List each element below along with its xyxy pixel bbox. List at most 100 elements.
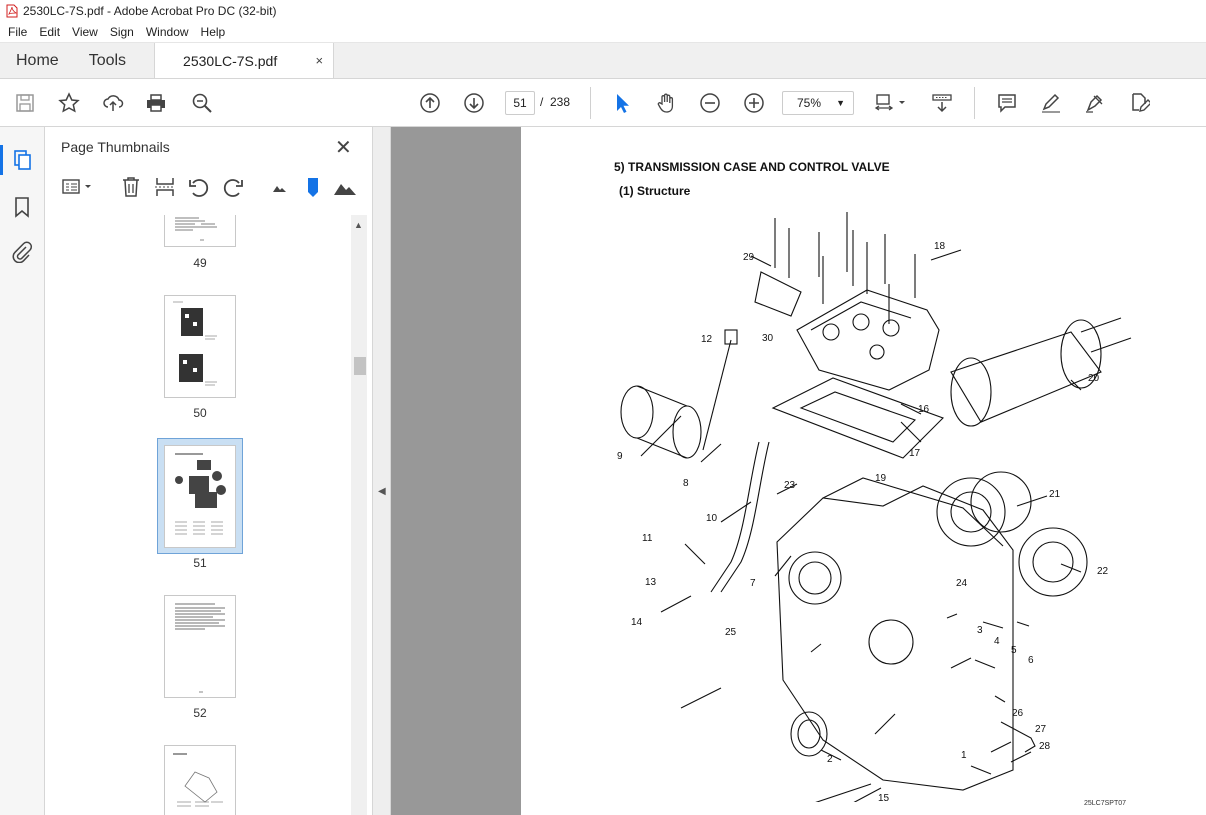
- figure-code: 25LC7SPT07: [1084, 800, 1127, 807]
- toolbar-divider: [974, 87, 975, 119]
- callout-label: 29: [743, 252, 755, 263]
- options-menu-icon[interactable]: [61, 175, 95, 199]
- bookmarks-icon[interactable]: [11, 196, 33, 218]
- thumbnail-page-50[interactable]: [164, 295, 236, 398]
- draw-pen-icon[interactable]: [1083, 91, 1107, 115]
- menu-window[interactable]: Window: [140, 25, 195, 39]
- callout-label: 25: [725, 627, 737, 638]
- thumbnails-list: 49 50 51 52: [45, 215, 351, 815]
- share-upload-icon[interactable]: [101, 91, 125, 115]
- callout-label: 23: [784, 480, 796, 491]
- page-subheading: (1) Structure: [619, 184, 691, 198]
- rotate-right-icon[interactable]: [221, 175, 245, 199]
- print-icon[interactable]: [144, 91, 168, 115]
- callout-label: 14: [631, 617, 643, 628]
- thumbnails-scrollbar[interactable]: ▲: [351, 215, 367, 815]
- callout-label: 4: [994, 636, 1000, 647]
- page-marker-icon[interactable]: [301, 175, 325, 199]
- zoom-level-select[interactable]: 75% ▼: [782, 91, 854, 115]
- fill-sign-icon[interactable]: [1127, 91, 1151, 115]
- thumbnail-page-49[interactable]: [164, 215, 236, 247]
- thumbnail-label: 52: [193, 706, 207, 720]
- menu-sign[interactable]: Sign: [104, 25, 140, 39]
- zoom-level-value: 75%: [797, 96, 822, 110]
- callout-label: 15: [878, 793, 890, 804]
- rail-selection-indicator: [0, 145, 3, 175]
- callout-label: 21: [1049, 489, 1061, 500]
- thumbnail-label: 51: [193, 556, 207, 570]
- callout-label: 19: [875, 473, 887, 484]
- callout-label: 13: [645, 577, 657, 588]
- save-icon[interactable]: [13, 91, 37, 115]
- title-bar: 2530LC-7S.pdf - Adobe Acrobat Pro DC (32…: [0, 0, 1206, 22]
- tab-bar: Home Tools 2530LC-7S.pdf ×: [0, 43, 1206, 79]
- callout-label: 26: [1012, 708, 1024, 719]
- thumbnail-label: 49: [193, 256, 207, 270]
- small-thumbnails-icon[interactable]: [269, 175, 293, 199]
- callout-label: 3: [977, 625, 983, 636]
- menu-bar: File Edit View Sign Window Help: [0, 22, 1206, 43]
- menu-view[interactable]: View: [66, 25, 104, 39]
- acrobat-logo-icon: [6, 4, 18, 18]
- panel-title: Page Thumbnails: [61, 139, 170, 155]
- callout-label: 24: [956, 578, 968, 589]
- scroll-mode-icon[interactable]: [930, 91, 954, 115]
- menu-file[interactable]: File: [2, 25, 33, 39]
- scroll-up-arrow-icon[interactable]: ▲: [354, 220, 363, 230]
- thumbnail-page-52[interactable]: [164, 595, 236, 698]
- tab-close-button[interactable]: ×: [315, 53, 323, 68]
- thumbnail-page-51[interactable]: [164, 445, 236, 548]
- callout-label: 2: [827, 754, 833, 765]
- thumbnail-preview: [173, 301, 217, 386]
- page-separator: /: [540, 95, 544, 109]
- callout-label: 28: [1039, 741, 1051, 752]
- menu-help[interactable]: Help: [195, 25, 232, 39]
- tab-document-label: 2530LC-7S.pdf: [183, 52, 278, 69]
- menu-edit[interactable]: Edit: [33, 25, 66, 39]
- toolbar-divider: [590, 87, 591, 119]
- exploded-parts-diagram: [620, 212, 1132, 802]
- zoom-out-icon[interactable]: [698, 91, 722, 115]
- large-thumbnails-icon[interactable]: [333, 175, 357, 199]
- panel-close-button[interactable]: ✕: [335, 135, 352, 160]
- extract-page-icon[interactable]: [153, 175, 177, 199]
- panel-collapse-strip[interactable]: ◀: [373, 127, 391, 815]
- zoom-in-icon[interactable]: [742, 91, 766, 115]
- page-heading: 5) TRANSMISSION CASE AND CONTROL VALVE: [614, 160, 890, 174]
- thumbnail-label: 50: [193, 406, 207, 420]
- thumbnail-page-53[interactable]: [164, 745, 236, 815]
- callout-label: 7: [750, 578, 756, 589]
- callout-label: 5: [1011, 645, 1017, 656]
- select-cursor-icon[interactable]: [610, 91, 634, 115]
- callout-label: 12: [701, 334, 713, 345]
- zoom-search-icon[interactable]: [190, 91, 214, 115]
- main-toolbar: 51 / 238 75% ▼: [0, 79, 1206, 127]
- attachments-icon[interactable]: [11, 241, 33, 263]
- callout-label: 9: [617, 451, 623, 462]
- navigation-rail: [0, 127, 45, 815]
- page-thumbnails-icon[interactable]: [11, 149, 33, 171]
- collapse-arrow-icon[interactable]: ◀: [378, 486, 386, 497]
- previous-page-icon[interactable]: [418, 91, 442, 115]
- page-fit-icon[interactable]: [872, 91, 912, 115]
- callout-label: 11: [642, 533, 653, 544]
- rotate-left-icon[interactable]: [187, 175, 211, 199]
- highlight-pen-icon[interactable]: [1039, 91, 1063, 115]
- tab-document[interactable]: 2530LC-7S.pdf ×: [154, 43, 335, 78]
- tab-home[interactable]: Home: [0, 43, 75, 78]
- next-page-icon[interactable]: [462, 91, 486, 115]
- bookmark-star-icon[interactable]: [57, 91, 81, 115]
- delete-page-icon[interactable]: [119, 175, 143, 199]
- comment-icon[interactable]: [995, 91, 1019, 115]
- callout-label: 20: [1088, 373, 1100, 384]
- page-total: 238: [550, 95, 571, 109]
- callout-label: 30: [762, 333, 774, 344]
- thumbnail-preview: [175, 603, 225, 693]
- main-area: Page Thumbnails ✕ 49 50 51 52 ▲ ◀ 5) TRA…: [0, 127, 1206, 815]
- document-page: 5) TRANSMISSION CASE AND CONTROL VALVE (…: [521, 127, 1206, 815]
- tab-tools[interactable]: Tools: [75, 43, 138, 78]
- scrollbar-thumb[interactable]: [354, 357, 366, 375]
- hand-tool-icon[interactable]: [654, 91, 678, 115]
- page-number-input[interactable]: 51: [505, 91, 535, 115]
- thumbnail-preview: [175, 217, 217, 241]
